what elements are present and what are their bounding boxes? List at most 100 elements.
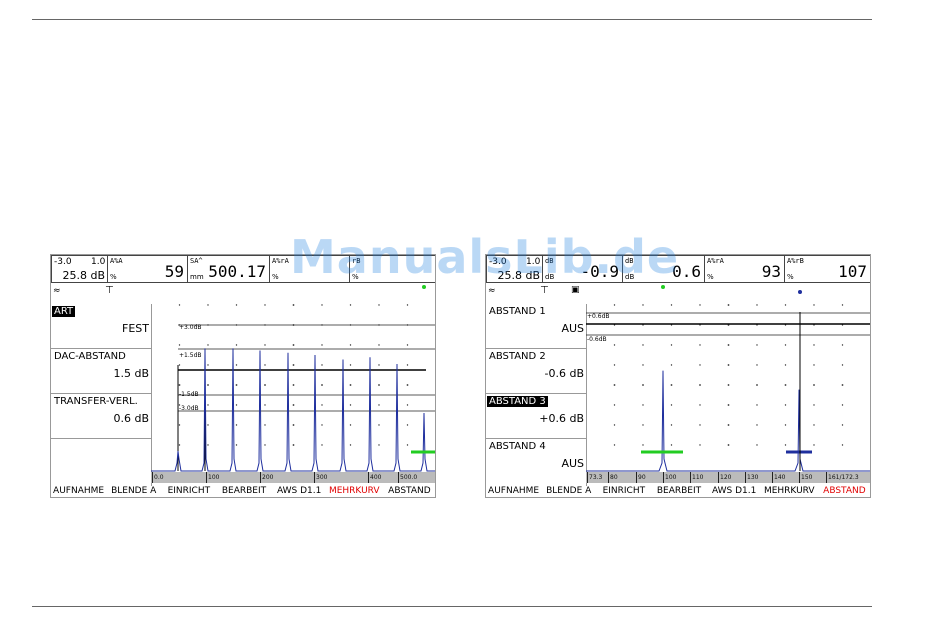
- grid-dot: [264, 364, 266, 366]
- grid-dot: [292, 304, 295, 306]
- menu-item-4[interactable]: ABSTAND 4 AUS: [486, 439, 586, 484]
- gain-value: 25.8 dB: [62, 269, 105, 282]
- fn-aws[interactable]: AWS D1.1: [272, 485, 327, 497]
- depth-scale-right: 73.3 80 90 100 110 120 130 140 150 161/1…: [586, 472, 870, 483]
- grid-dot: [406, 344, 409, 346]
- grid-dot: [349, 444, 352, 446]
- grid-dot: [727, 404, 730, 406]
- fn-einricht[interactable]: EINRICHT: [596, 485, 651, 497]
- menu-item-3[interactable]: TRANSFER-VERL. 0.6 dB: [51, 394, 151, 439]
- fn-aufnahme[interactable]: AUFNAHME: [486, 485, 541, 497]
- screen-right: -3.0 1.0 25.8 dB dB dB -0.9 dB dB 0.6 A%…: [485, 254, 871, 498]
- grid-dot: [178, 364, 181, 366]
- curve-label: +3.0dB: [179, 324, 202, 331]
- grid-dot: [670, 384, 673, 386]
- fn-einricht[interactable]: EINRICHT: [161, 485, 216, 497]
- gain-ref: 1.0: [91, 257, 106, 267]
- grid-dot: [406, 444, 409, 446]
- curve-label: -1.5dB: [179, 391, 199, 398]
- fn-aws[interactable]: AWS D1.1: [707, 485, 762, 497]
- grid-dot: [349, 404, 352, 406]
- grid-dot: [784, 404, 787, 406]
- grid-dot: [292, 424, 295, 426]
- grid-dot: [406, 384, 409, 386]
- reading-label: SA^: [190, 257, 203, 265]
- grid-dot: [670, 344, 673, 346]
- fn-bearbeit[interactable]: BEARBEIT: [216, 485, 271, 497]
- menu-item-1[interactable]: ART FEST: [51, 304, 151, 349]
- reading-value: 107: [838, 262, 867, 281]
- menu-value: 0.6 dB: [113, 412, 149, 425]
- grid-dot: [349, 384, 352, 386]
- grid-dot: [378, 444, 380, 446]
- grid-dot: [406, 304, 409, 306]
- reading-unit: %: [272, 273, 279, 281]
- grid-dot: [784, 384, 787, 386]
- menu-item-3[interactable]: ABSTAND 3 +0.6 dB: [486, 394, 586, 439]
- grid-dot: [841, 364, 844, 366]
- grid-dot: [813, 404, 815, 406]
- grid-dot: [784, 364, 787, 366]
- reading-label: A%rA: [707, 257, 724, 265]
- reading-3: A%rA % 93: [705, 255, 785, 283]
- fn-blende-a[interactable]: BLENDE A: [106, 485, 161, 497]
- curve-label: -3.0dB: [179, 405, 199, 412]
- fn-aufnahme[interactable]: AUFNAHME: [51, 485, 106, 497]
- grid-dot: [235, 344, 238, 346]
- grid-dot: [235, 424, 238, 426]
- grid-dot: [813, 344, 815, 346]
- menu-item-2[interactable]: DAC-ABSTAND 1.5 dB: [51, 349, 151, 394]
- grid-dot: [699, 364, 701, 366]
- grid-dot: [613, 364, 616, 366]
- grid-dot: [670, 444, 673, 446]
- grid-dot: [207, 304, 209, 306]
- grid-dot: [178, 384, 181, 386]
- curve-label: +0.6dB: [587, 313, 610, 320]
- grid-dot: [292, 344, 295, 346]
- fn-bearbeit[interactable]: BEARBEIT: [651, 485, 706, 497]
- side-menu-right: ABSTAND 1 AUS ABSTAND 2 -0.6 dB ABSTAND …: [486, 304, 587, 486]
- grid-dot: [264, 384, 266, 386]
- scale-tick: 120: [718, 472, 732, 483]
- ascan-plot-left: +3.0dB +1.5dB -1.5dB -3.0dB: [151, 285, 435, 472]
- menu-value: AUS: [561, 322, 584, 335]
- fn-abstand[interactable]: ABSTAND: [382, 485, 435, 497]
- fn-blende-a[interactable]: BLENDE A: [541, 485, 596, 497]
- grid-dot: [756, 344, 758, 346]
- grid-dot: [321, 364, 323, 366]
- grid-dot: [756, 304, 758, 306]
- menu-label: ART: [52, 306, 76, 317]
- fn-mehrkurv[interactable]: MEHRKURV: [762, 485, 817, 497]
- scale-tick: 161/172.3: [826, 472, 859, 483]
- scale-tick: 110: [690, 472, 704, 483]
- scale-tick: 130: [745, 472, 759, 483]
- curve-label: -0.6dB: [587, 336, 607, 343]
- curve-label: +1.5dB: [179, 352, 202, 359]
- grid-dot: [207, 404, 209, 406]
- grid-dot: [841, 444, 844, 446]
- reading-value: 500.17: [208, 262, 266, 281]
- scale-tick: 100: [663, 472, 677, 483]
- grid-dot: [378, 404, 380, 406]
- grid-dot: [642, 404, 644, 406]
- gain-step: -3.0: [54, 257, 72, 267]
- grid-dot: [613, 424, 616, 426]
- fn-abstand[interactable]: ABSTAND: [817, 485, 870, 497]
- dac-curves: [586, 312, 870, 336]
- grid-dot: [207, 384, 209, 386]
- grid-dot: [321, 444, 323, 446]
- grid-dot: [727, 384, 730, 386]
- grid-dot: [406, 364, 409, 366]
- grid-dot: [784, 424, 787, 426]
- grid-dot: [727, 364, 730, 366]
- menu-item-2[interactable]: ABSTAND 2 -0.6 dB: [486, 349, 586, 394]
- grid-dot: [642, 384, 644, 386]
- menu-item-4[interactable]: [51, 439, 151, 484]
- menu-item-1[interactable]: ABSTAND 1 AUS: [486, 304, 586, 349]
- grid-dot: [207, 364, 209, 366]
- reading-4: A%rB % 107: [785, 255, 870, 283]
- grid-dot: [378, 424, 380, 426]
- grid-dot: [178, 344, 181, 346]
- fn-mehrkurv[interactable]: MEHRKURV: [327, 485, 382, 497]
- grid-dot: [756, 444, 758, 446]
